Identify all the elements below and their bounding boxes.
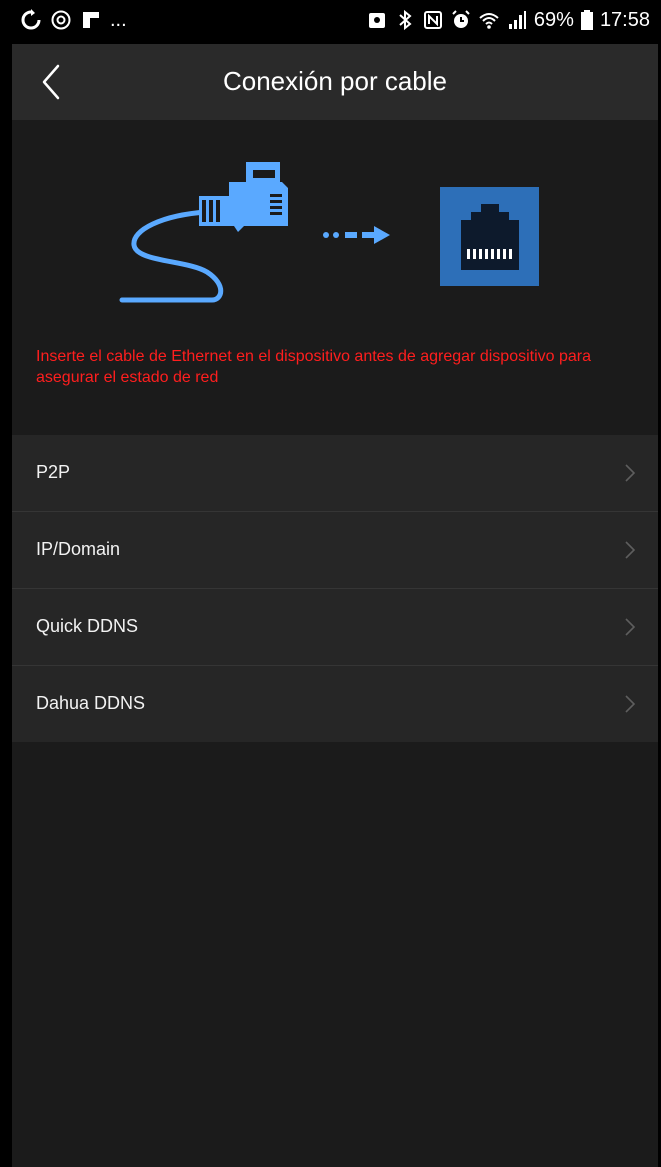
bluetooth-icon xyxy=(399,9,412,31)
chevron-right-icon xyxy=(625,695,636,713)
connection-illustration xyxy=(12,120,658,340)
status-left: ... xyxy=(20,8,127,32)
screen: ... 69% 17:58 Conexión por cable Inserte… xyxy=(12,0,658,1167)
sync-icon xyxy=(21,9,41,30)
ethernet-port-icon xyxy=(440,187,539,286)
list-item-label: IP/Domain xyxy=(36,539,121,559)
signal-icon xyxy=(508,11,526,29)
chevron-right-icon xyxy=(625,541,636,559)
list-item-dahua-ddns[interactable]: Dahua DDNS xyxy=(12,666,658,742)
battery-percent: 69% xyxy=(533,9,574,31)
lock-icon xyxy=(368,13,385,28)
list-item-quick-ddns[interactable]: Quick DDNS xyxy=(12,589,658,666)
sync-circle-icon xyxy=(51,10,71,30)
flipboard-icon xyxy=(83,12,99,28)
list-item-label: Quick DDNS xyxy=(36,616,139,636)
list-item-p2p[interactable]: P2P xyxy=(12,435,658,512)
status-right: 69% 17:58 xyxy=(366,8,650,32)
nfc-icon xyxy=(423,11,442,29)
status-bar: ... 69% 17:58 xyxy=(12,0,658,44)
page-title: Conexión por cable xyxy=(222,66,448,96)
ethernet-cable-icon xyxy=(119,162,288,303)
header: Conexión por cable xyxy=(12,44,658,120)
list-item-ip-domain[interactable]: IP/Domain xyxy=(12,512,658,589)
list-item-label: P2P xyxy=(36,462,71,482)
chevron-right-icon xyxy=(625,618,636,636)
alarm-icon xyxy=(452,10,470,28)
dashed-arrow-icon xyxy=(323,226,390,244)
status-overflow: ... xyxy=(110,9,127,31)
list-item-label: Dahua DDNS xyxy=(36,693,146,713)
connection-type-list: P2P IP/Domain Quick DDNS Dahua DDNS xyxy=(12,435,658,742)
battery-icon xyxy=(580,10,593,30)
status-time: 17:58 xyxy=(599,9,650,31)
notice-text: Inserte el cable de Ethernet en el dispo… xyxy=(36,348,592,386)
wifi-icon xyxy=(479,13,499,29)
chevron-right-icon xyxy=(625,464,636,482)
